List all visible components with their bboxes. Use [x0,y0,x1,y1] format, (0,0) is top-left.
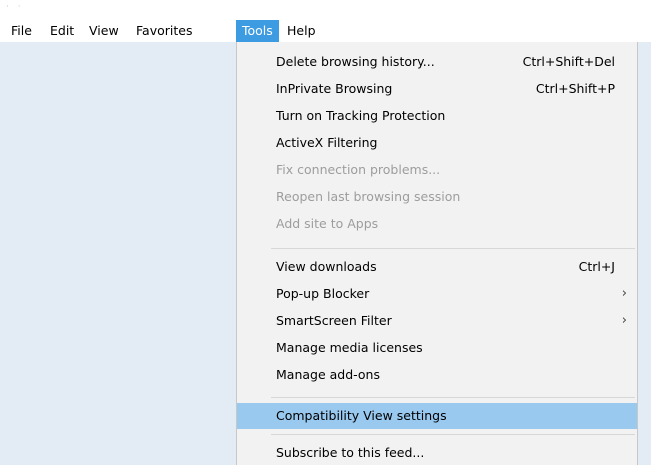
menu-favorites[interactable]: Favorites [130,20,198,42]
menu-item-label: Manage media licenses [276,340,423,355]
menu-item-label: Fix connection problems... [276,162,441,177]
menu-item-view-downloads[interactable]: View downloads Ctrl+J [237,254,637,280]
menu-edit[interactable]: Edit [44,20,80,42]
menu-separator [271,397,635,398]
chevron-right-icon: › [621,313,627,328]
menu-item-label: Delete browsing history... [276,54,435,69]
title-strip-ghost: · · [6,2,24,12]
menu-item-label: Add site to Apps [276,216,379,231]
menu-file[interactable]: File [5,20,38,42]
menu-item-delete-browsing-history[interactable]: Delete browsing history... Ctrl+Shift+De… [237,49,637,75]
menu-item-tracking-protection[interactable]: Turn on Tracking Protection [237,103,637,129]
menu-separator [271,434,635,435]
menu-item-label: Subscribe to this feed... [276,445,425,460]
menu-separator [271,248,635,249]
menu-item-shortcut: Ctrl+J [578,259,615,274]
menu-item-label: Pop-up Blocker [276,286,370,301]
menu-item-label: View downloads [276,259,377,274]
tools-dropdown-menu: Delete browsing history... Ctrl+Shift+De… [236,42,638,465]
menu-item-popup-blocker[interactable]: Pop-up Blocker › [237,281,637,307]
menu-item-subscribe-to-feed[interactable]: Subscribe to this feed... [237,440,637,465]
menu-item-manage-media-licenses[interactable]: Manage media licenses [237,335,637,361]
menu-item-label: Manage add-ons [276,367,380,382]
chevron-right-icon: › [621,286,627,301]
menu-item-fix-connection-problems: Fix connection problems... [237,157,637,183]
menu-view[interactable]: View [83,20,125,42]
menu-item-add-site-to-apps: Add site to Apps [237,211,637,237]
menu-item-shortcut: Ctrl+Shift+P [535,81,615,96]
menu-item-shortcut: Ctrl+Shift+Del [522,54,615,69]
menu-item-label: SmartScreen Filter [276,313,392,328]
menu-item-activex-filtering[interactable]: ActiveX Filtering [237,130,637,156]
menu-item-inprivate-browsing[interactable]: InPrivate Browsing Ctrl+Shift+P [237,76,637,102]
menu-item-label: ActiveX Filtering [276,135,378,150]
menu-item-compatibility-view-settings[interactable]: Compatibility View settings [237,403,637,429]
menu-bar: File Edit View Favorites Tools Help [0,20,651,42]
menu-tools[interactable]: Tools [236,20,279,42]
menu-item-reopen-last-session: Reopen last browsing session [237,184,637,210]
window-title-strip: · · [0,0,651,20]
menu-item-label: Compatibility View settings [276,408,447,423]
menu-item-label: Reopen last browsing session [276,189,461,204]
menu-help[interactable]: Help [281,20,322,42]
menu-item-label: InPrivate Browsing [276,81,393,96]
menu-item-smartscreen-filter[interactable]: SmartScreen Filter › [237,308,637,334]
menu-item-manage-add-ons[interactable]: Manage add-ons [237,362,637,388]
menu-item-label: Turn on Tracking Protection [276,108,446,123]
